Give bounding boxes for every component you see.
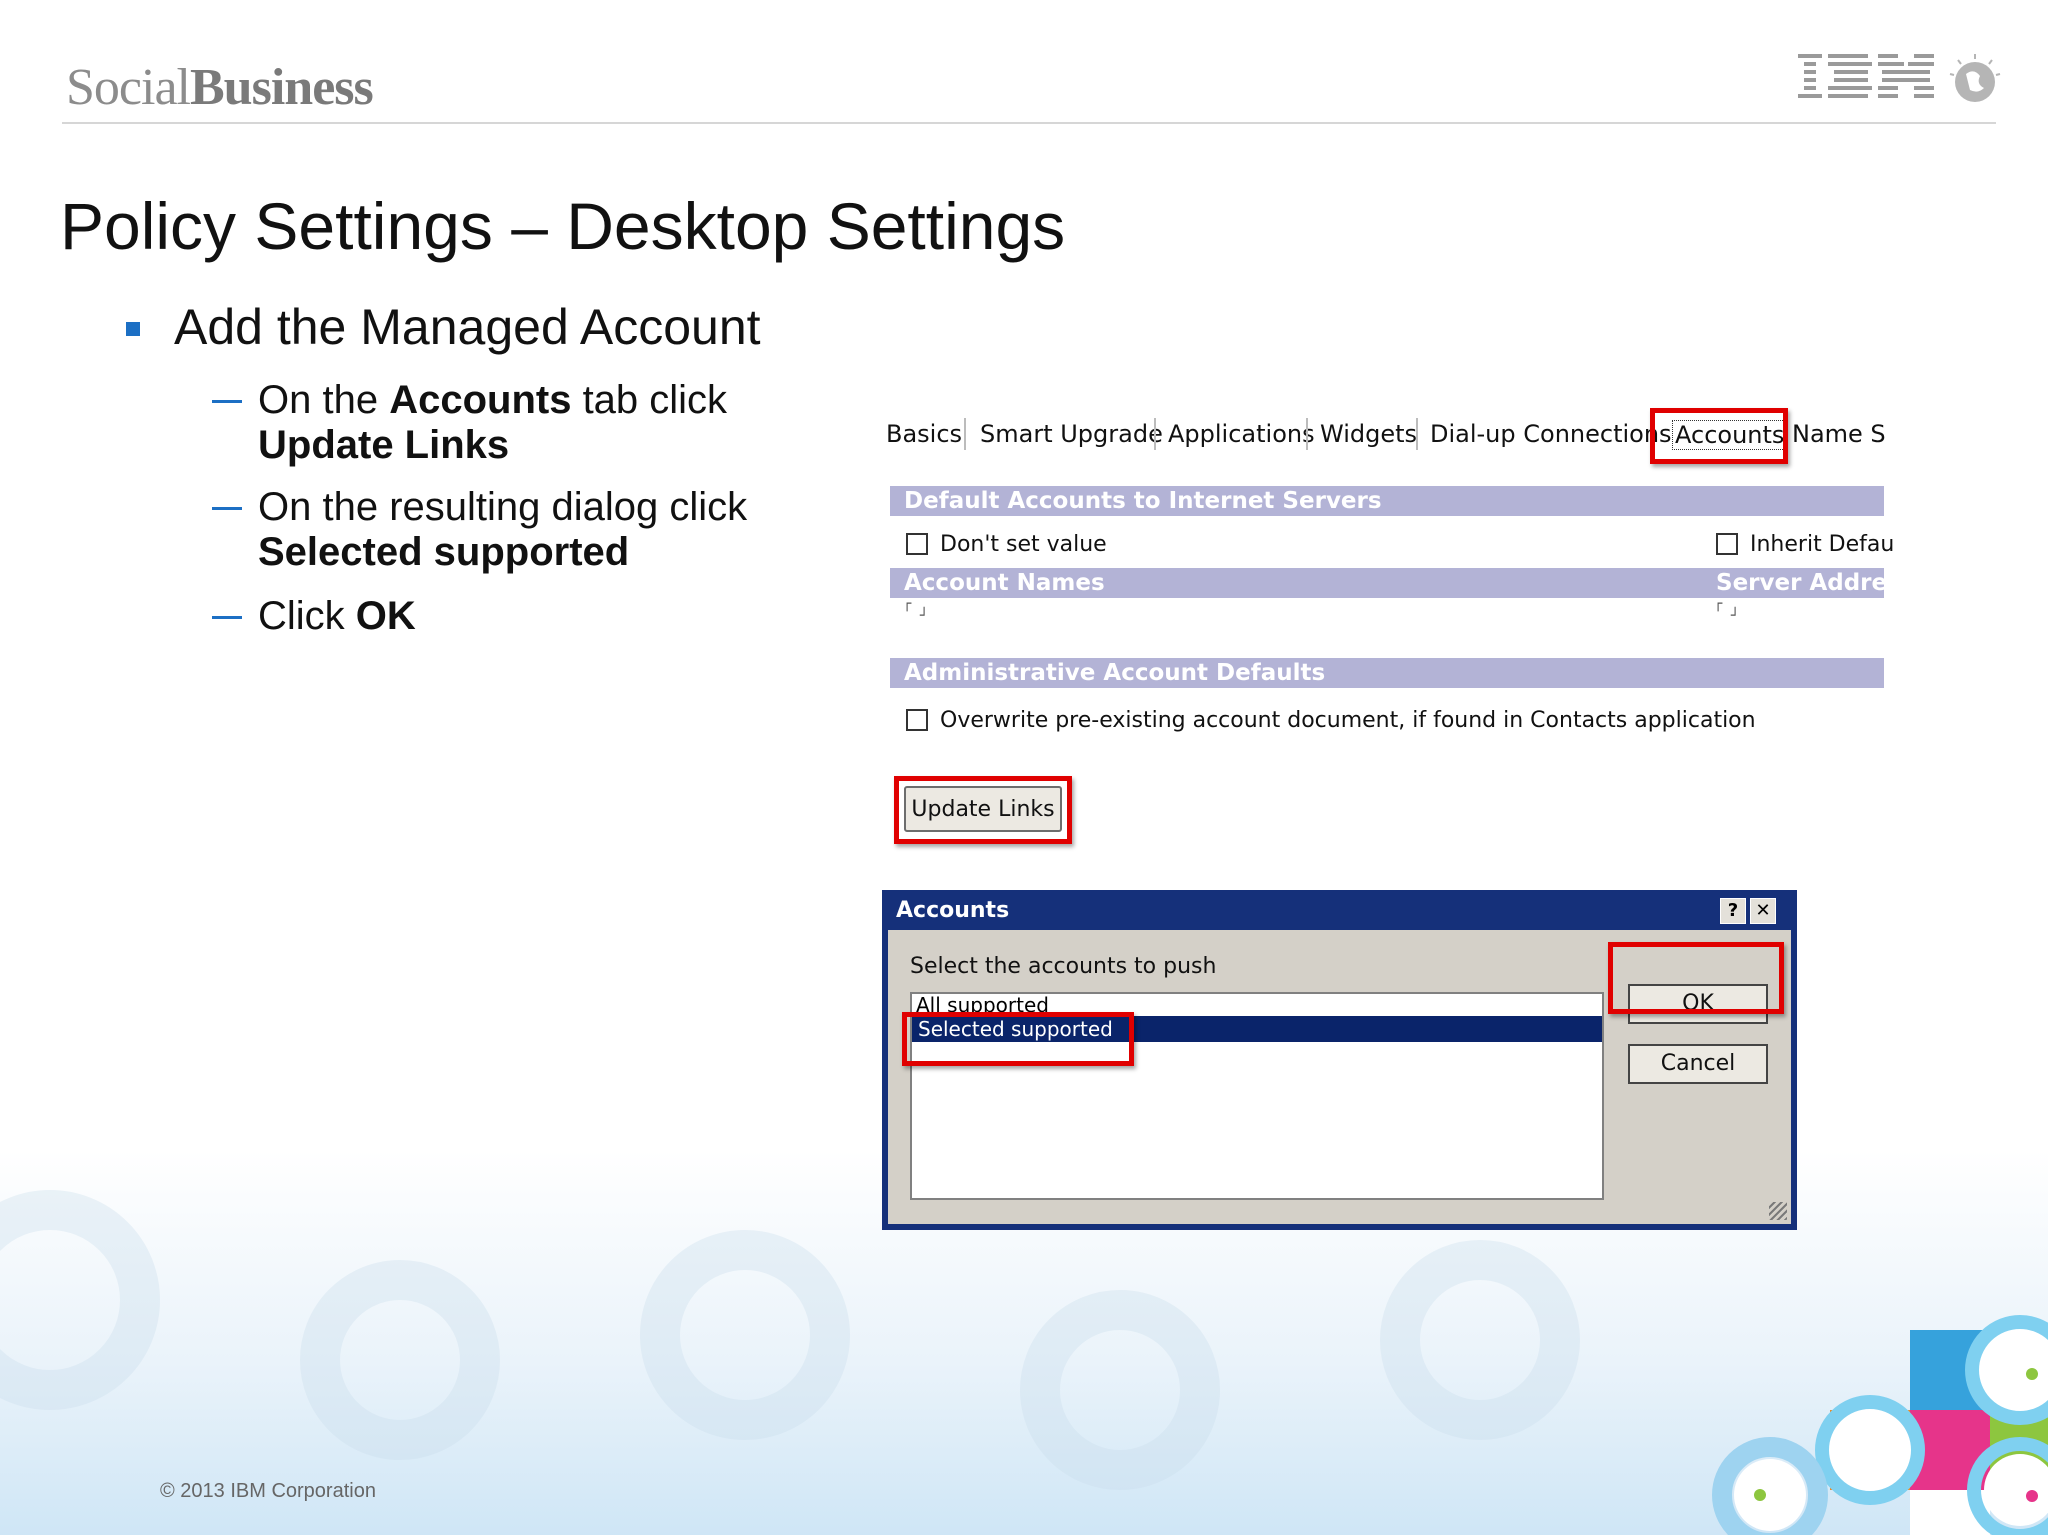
dash-icon: [212, 400, 242, 403]
step-bold: Accounts: [389, 378, 572, 422]
help-button[interactable]: ?: [1720, 898, 1746, 924]
dialog-title: Accounts: [896, 898, 1010, 923]
step-text: tab click: [571, 378, 728, 422]
step-3: Click OK: [212, 594, 416, 639]
brand-wordmark: SocialBusiness: [66, 59, 374, 116]
cancel-button[interactable]: Cancel: [1628, 1044, 1768, 1084]
step-text: On the resulting dialog click: [258, 485, 748, 529]
tab-smart-upgrade[interactable]: Smart Upgrade: [980, 420, 1163, 448]
tab-name-servers[interactable]: Name Se: [1792, 420, 1885, 448]
ibm-logo: [1798, 54, 1934, 98]
dont-set-value-label: Don't set value: [940, 532, 1107, 557]
field-corner-icon: ┘: [920, 608, 929, 624]
section-title: Default Accounts to Internet Servers: [904, 488, 1382, 514]
tab-divider: [964, 418, 966, 450]
highlight-selected-supported: [902, 1012, 1134, 1066]
overwrite-checkbox[interactable]: [906, 709, 928, 731]
main-bullet: Add the Managed Account: [126, 298, 761, 356]
inherit-default-label: Inherit Defau: [1750, 532, 1895, 557]
copyright-footer: © 2013 IBM Corporation: [160, 1480, 376, 1502]
tab-applications[interactable]: Applications: [1168, 420, 1315, 448]
step-bold: OK: [355, 594, 416, 638]
step-text: Click: [258, 594, 356, 638]
close-button[interactable]: ✕: [1750, 898, 1776, 924]
highlight-accounts-tab: [1650, 408, 1788, 464]
highlight-update-links: [894, 776, 1072, 844]
field-corner-icon: ┌: [1714, 596, 1723, 612]
tab-widgets[interactable]: Widgets: [1320, 420, 1417, 448]
section-default-accounts: Default Accounts to Internet Servers: [890, 486, 1884, 516]
background-circle: [640, 1230, 850, 1440]
column-server-address: Server Addres: [1716, 570, 1884, 596]
step-bold: Selected supported: [258, 530, 630, 574]
background-circle: [1020, 1290, 1220, 1490]
globe-icon: [1949, 54, 2001, 102]
bullet-square-icon: [126, 322, 140, 336]
tab-dial-up-connections[interactable]: Dial-up Connections: [1430, 420, 1672, 448]
field-corner-icon: ┘: [1731, 608, 1740, 624]
decorative-graphic: [1712, 1315, 2048, 1535]
resize-grip-icon[interactable]: [1769, 1202, 1787, 1220]
tab-basics[interactable]: Basics: [886, 420, 962, 448]
column-account-names: Account Names: [904, 570, 1105, 596]
dont-set-value-checkbox[interactable]: [906, 533, 928, 555]
step-1: On the Accounts tab click Update Links: [212, 378, 727, 468]
main-bullet-text: Add the Managed Account: [174, 299, 761, 355]
dash-icon: [212, 616, 242, 619]
step-bold: Update Links: [258, 423, 510, 467]
slide-title: Policy Settings – Desktop Settings: [60, 189, 1066, 263]
tab-divider: [1416, 418, 1418, 450]
header-divider: [62, 122, 1996, 124]
section-title: Administrative Account Defaults: [904, 660, 1326, 686]
overwrite-label: Overwrite pre-existing account document,…: [940, 708, 1756, 733]
section-admin-account-defaults: Administrative Account Defaults: [890, 658, 1884, 688]
accounts-column-header: Account Names Server Addres: [890, 568, 1884, 598]
background-circle: [300, 1260, 500, 1460]
field-corner-icon: ┌: [903, 596, 912, 612]
dialog-prompt: Select the accounts to push: [910, 954, 1217, 979]
highlight-ok-button: [1608, 942, 1784, 1014]
step-text: On the: [258, 378, 390, 422]
background-circle: [1380, 1240, 1580, 1440]
inherit-default-checkbox[interactable]: [1716, 533, 1738, 555]
step-2: On the resulting dialog click Selected su…: [212, 485, 747, 575]
dash-icon: [212, 507, 242, 510]
tab-divider: [1154, 418, 1156, 450]
tab-divider: [1306, 418, 1308, 450]
